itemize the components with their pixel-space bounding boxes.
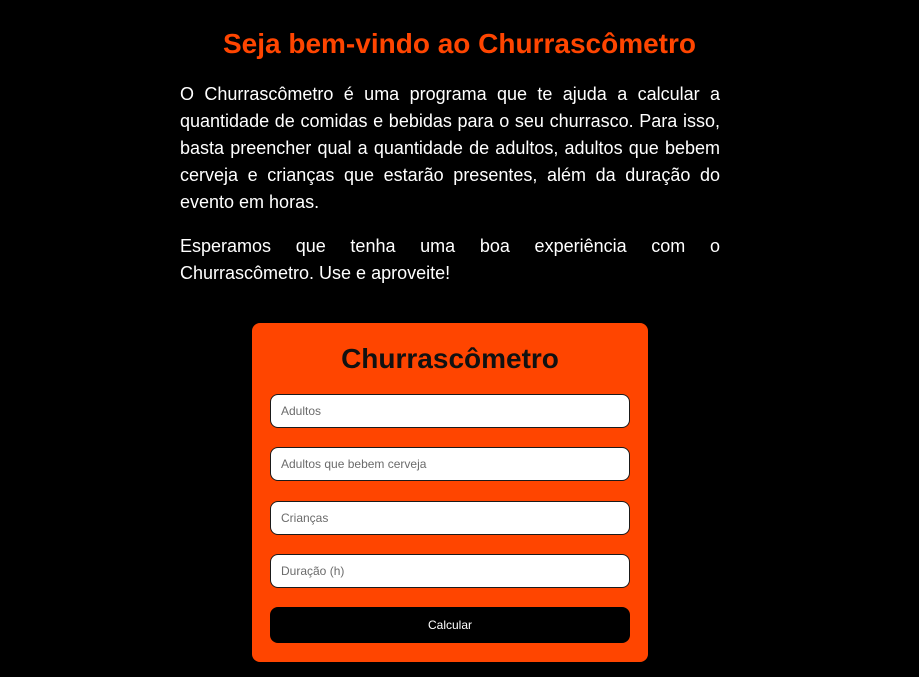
form-title: Churrascômetro <box>341 343 559 374</box>
intro-paragraph-welcome: Esperamos que tenha uma boa experiência … <box>180 236 720 283</box>
intro-paragraph-description: O Churrascômetro é uma programa que te a… <box>180 84 720 212</box>
children-input[interactable] <box>270 501 630 535</box>
intro-text: O Churrascômetro é uma programa que te a… <box>180 81 720 304</box>
calculate-button[interactable]: Calcular <box>270 607 630 643</box>
welcome-title: Seja bem-vindo ao Churrascômetro <box>222 28 696 59</box>
page: Seja bem-vindo ao Churrascômetro O Churr… <box>0 0 919 677</box>
calculator-form: Churrascômetro Calcular <box>252 323 648 662</box>
adults-input[interactable] <box>270 394 630 428</box>
duration-hours-input[interactable] <box>270 554 630 588</box>
beer-drinking-adults-input[interactable] <box>270 447 630 481</box>
